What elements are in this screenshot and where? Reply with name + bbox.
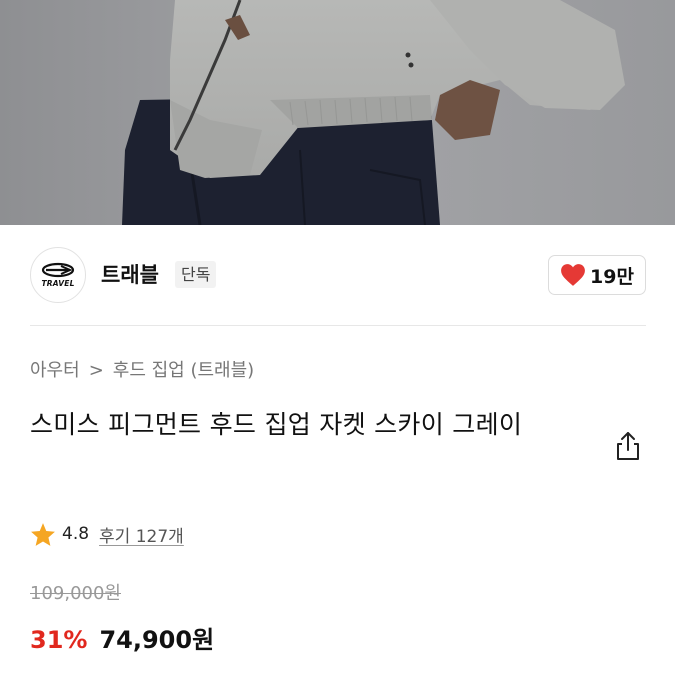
like-button[interactable]: 19만 bbox=[548, 255, 646, 295]
heart-icon bbox=[561, 264, 585, 286]
rating-row: 4.8 후기 127개 bbox=[30, 520, 184, 548]
price-row: 31% 74,900원 bbox=[30, 620, 214, 655]
breadcrumb: 아우터 > 후드 집업 (트래블) bbox=[30, 358, 254, 384]
breadcrumb-subcategory[interactable]: 후드 집업 (트래블) bbox=[113, 358, 254, 384]
brand-logo-text: TRAVEL bbox=[41, 279, 75, 288]
star-icon bbox=[31, 522, 55, 546]
travel-logo-icon bbox=[41, 262, 75, 278]
product-photo bbox=[0, 0, 675, 225]
sale-price: 74,900원 bbox=[99, 626, 215, 654]
divider bbox=[30, 325, 646, 326]
brand-logo[interactable]: TRAVEL bbox=[30, 247, 86, 303]
product-title: 스미스 피그먼트 후드 집업 자켓 스카이 그레이 bbox=[30, 410, 523, 439]
brand-name[interactable]: 트래블 bbox=[101, 261, 159, 289]
share-icon bbox=[617, 432, 639, 460]
share-button[interactable] bbox=[612, 429, 644, 463]
chevron-right-icon: > bbox=[88, 360, 104, 381]
exclusive-badge: 단독 bbox=[175, 261, 217, 288]
product-image[interactable] bbox=[0, 0, 675, 225]
discount-rate: 31% bbox=[30, 626, 88, 654]
like-count: 19만 bbox=[590, 265, 634, 288]
brand-row: TRAVEL 트래블 단독 19만 bbox=[0, 225, 675, 325]
original-price: 109,000원 bbox=[30, 583, 121, 604]
rating-score: 4.8 bbox=[62, 524, 90, 544]
review-count-link[interactable]: 후기 127개 bbox=[99, 522, 184, 547]
breadcrumb-category[interactable]: 아우터 bbox=[30, 358, 80, 384]
